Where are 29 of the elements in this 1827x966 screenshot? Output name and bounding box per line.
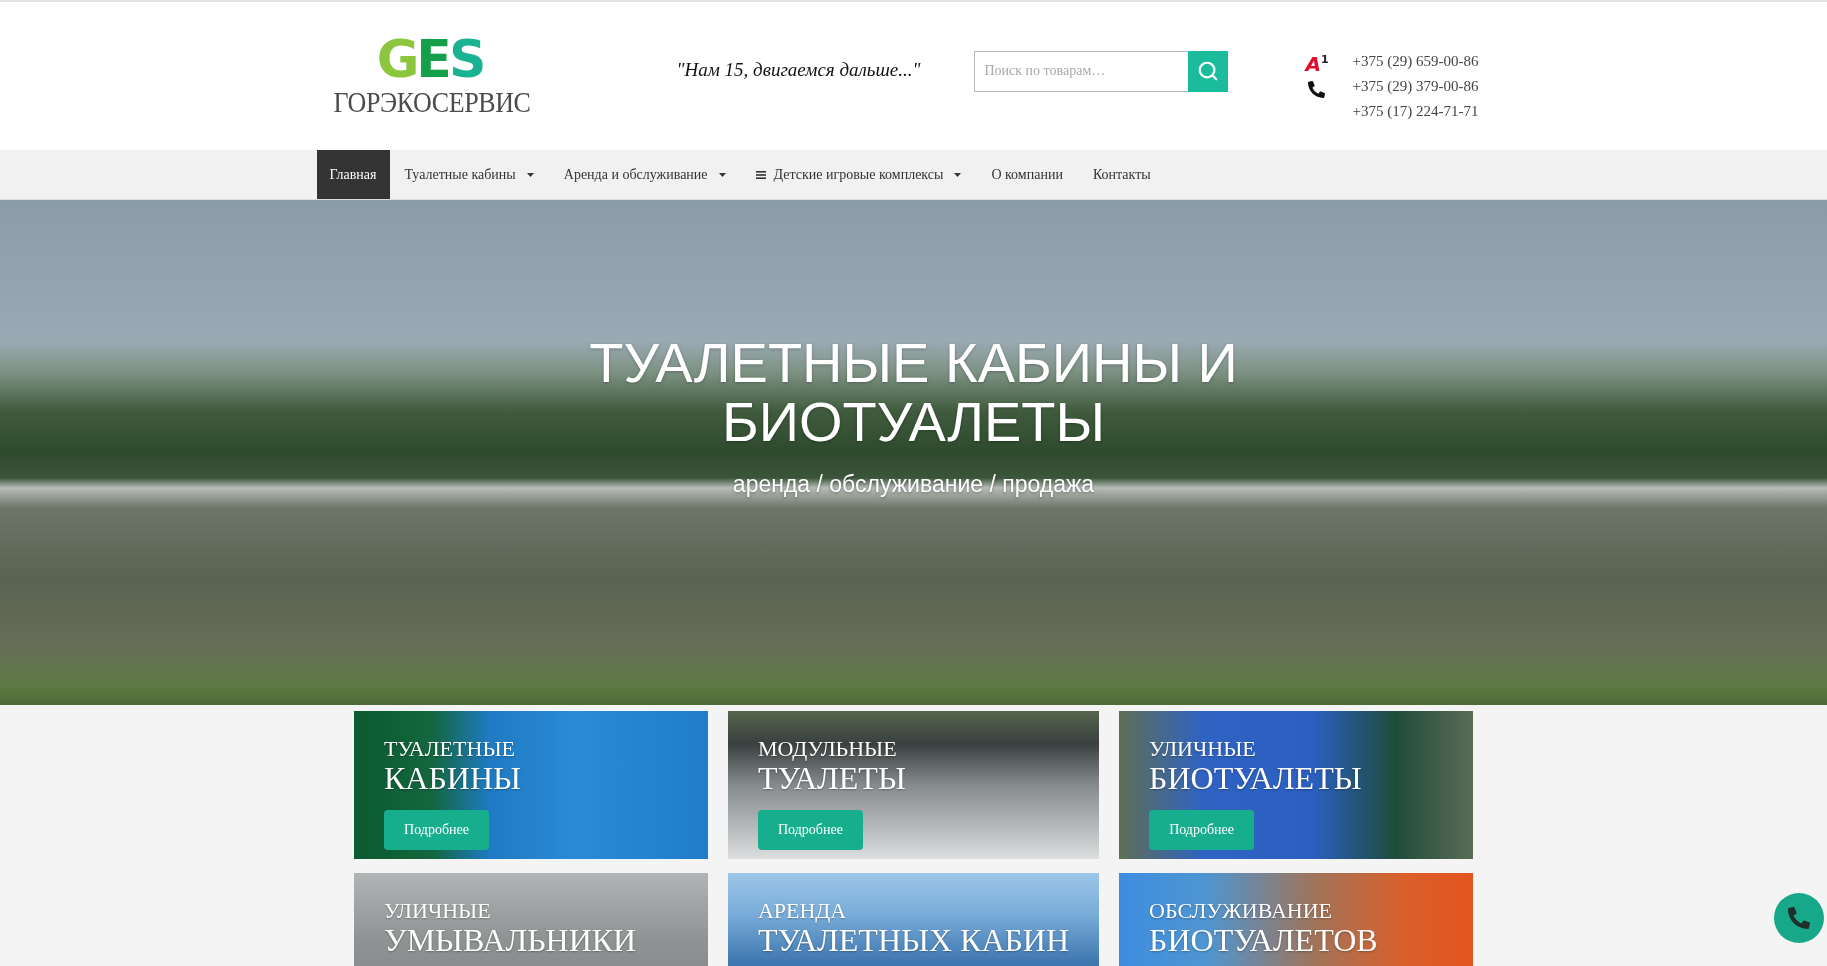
nav-item[interactable]: Детские игровые комплексы [740, 150, 977, 199]
nav-item[interactable]: Аренда и обслуживание [548, 150, 741, 199]
card-title: ТУАЛЕТЫ [757, 761, 906, 796]
card-title: БИОТУАЛЕТЫ [1149, 761, 1362, 796]
phone-number: +375 (29) 379-00-86 [1352, 78, 1479, 95]
card-label: УЛИЧНЫЕ [384, 899, 491, 923]
tagline: "Нам 15, двигаемся дальше..." [676, 59, 921, 81]
nav-item[interactable]: Контакты [1077, 150, 1166, 199]
call-button[interactable] [1774, 893, 1824, 943]
hero-title: ТУАЛЕТНЫЕ КАБИНЫ И БИОТУАЛЕТЫ [588, 333, 1239, 451]
nav-item[interactable]: Туалетные кабины [389, 150, 549, 199]
card-label: ТУАЛЕТНЫЕ [384, 737, 515, 761]
nav-item[interactable]: Главная [316, 150, 390, 199]
card-title: КАБИНЫ [384, 761, 521, 796]
card-label: УЛИЧНЫЕ [1149, 737, 1256, 761]
card-label: МОДУЛЬНЫЕ [757, 737, 897, 761]
search-field[interactable]: Поиск по товарам… [973, 50, 1188, 92]
card-label: АРЕНДА [757, 899, 847, 923]
logo-name: ГОРЭКОСЕРВИС [333, 86, 531, 120]
card-title: ТУАЛЕТНЫХ КАБИН [757, 923, 1070, 958]
nav-item[interactable]: О компании [976, 150, 1078, 199]
phone-icon [1788, 907, 1810, 929]
phone-number: +375 (17) 224-71-71 [1352, 103, 1479, 120]
operator-logo: A$^{1}$ [1305, 50, 1329, 75]
phone-icon [1308, 81, 1325, 98]
search-icon [1196, 60, 1219, 82]
logo-mark: GES [376, 35, 484, 83]
card-title: УМЫВАЛЬНИКИ [384, 923, 637, 958]
phone-number: +375 (29) 659-00-86 [1352, 53, 1479, 70]
